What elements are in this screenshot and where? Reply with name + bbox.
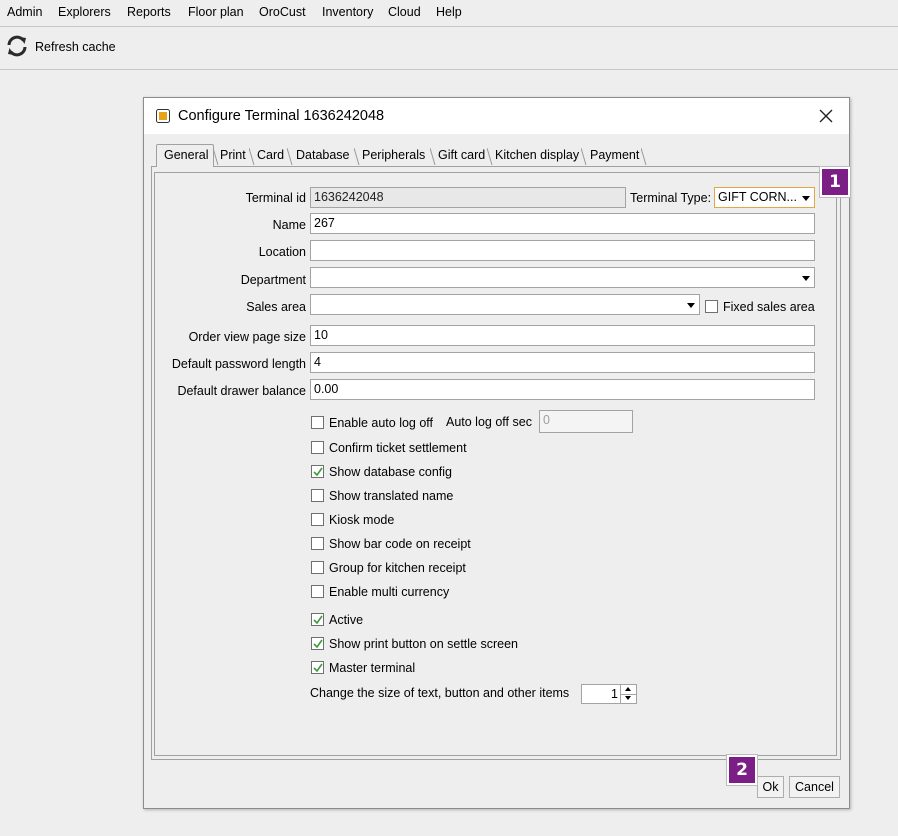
master-terminal-checkbox[interactable] [311, 661, 324, 674]
toolbar: Refresh cache [0, 27, 898, 70]
group-kitchen-checkbox[interactable] [311, 561, 324, 574]
location-label: Location [258, 245, 306, 259]
group-kitchen-label: Group for kitchen receipt [329, 561, 466, 575]
menu-inventory[interactable]: Inventory [322, 5, 373, 19]
terminal-id-label: Terminal id [245, 191, 306, 205]
show-translated-label: Show translated name [329, 489, 454, 503]
fixed-sales-area-label: Fixed sales area [723, 300, 815, 314]
tab-separator [287, 148, 293, 165]
bar-code-label: Show bar code on receipt [329, 537, 471, 551]
tab-database[interactable]: Database [296, 148, 350, 164]
password-length-field[interactable]: 4 [310, 352, 815, 373]
menu-help[interactable]: Help [436, 5, 462, 19]
kiosk-mode-label: Kiosk mode [329, 513, 395, 527]
location-field[interactable] [310, 240, 815, 261]
password-length-label: Default password length [171, 357, 306, 371]
size-value: 1 [611, 687, 618, 701]
department-label: Department [240, 273, 306, 287]
tab-separator [249, 148, 255, 165]
refresh-icon [5, 34, 29, 61]
print-button-label: Show print button on settle screen [329, 637, 519, 651]
tab-separator [641, 148, 647, 165]
auto-log-off-label: Enable auto log off [329, 416, 434, 430]
confirm-settlement-label: Confirm ticket settlement [329, 441, 467, 455]
drawer-balance-field[interactable]: 0.00 [310, 379, 815, 400]
tab-kitchen-display[interactable]: Kitchen display [495, 148, 579, 164]
menu-admin[interactable]: Admin [7, 5, 42, 19]
cancel-button[interactable]: Cancel [789, 776, 840, 798]
tab-general[interactable]: General [164, 148, 208, 164]
tab-separator [354, 148, 360, 165]
confirm-settlement-checkbox[interactable] [311, 441, 324, 454]
auto-log-off-sec-label: Auto log off sec [446, 415, 532, 429]
order-view-label: Order view page size [188, 330, 306, 344]
active-checkbox[interactable] [311, 613, 324, 626]
show-db-config-checkbox[interactable] [311, 465, 324, 478]
terminal-type-label: Terminal Type: [630, 191, 712, 205]
tab-separator [430, 148, 436, 165]
kiosk-mode-checkbox[interactable] [311, 513, 324, 526]
tab-separator [487, 148, 493, 165]
multi-currency-checkbox[interactable] [311, 585, 324, 598]
tab-separator [581, 148, 587, 165]
ok-button[interactable]: Ok [757, 776, 784, 798]
spin-down-icon[interactable] [621, 694, 636, 703]
sales-area-label: Sales area [246, 300, 306, 314]
order-view-field[interactable]: 10 [310, 325, 815, 346]
terminal-icon [156, 109, 170, 123]
annotation-marker-1: 1 [820, 167, 850, 197]
active-label: Active [329, 613, 364, 627]
refresh-cache-label: Refresh cache [35, 40, 116, 54]
drawer-balance-label: Default drawer balance [177, 384, 306, 398]
checkmark-icon [313, 639, 323, 649]
dialog-title: Configure Terminal 1636242048 [178, 108, 385, 124]
tab-card[interactable]: Card [257, 148, 284, 164]
menu-bar: Admin Explorers Reports Floor plan OroCu… [0, 0, 898, 27]
print-button-checkbox[interactable] [311, 637, 324, 650]
size-label: Change the size of text, button and othe… [310, 686, 570, 700]
spinner-buttons [620, 685, 636, 703]
checkmark-icon [313, 467, 323, 477]
show-translated-checkbox[interactable] [311, 489, 324, 502]
terminal-type-focus-ring [714, 187, 815, 208]
checkmark-icon [313, 663, 323, 673]
department-dropdown[interactable] [310, 267, 815, 288]
fixed-sales-area-checkbox[interactable] [705, 300, 718, 313]
master-terminal-label: Master terminal [329, 661, 416, 675]
chevron-down-icon [687, 303, 695, 308]
menu-cloud[interactable]: Cloud [388, 5, 421, 19]
menu-reports[interactable]: Reports [127, 5, 171, 19]
name-label: Name [272, 218, 306, 232]
tab-gift-card[interactable]: Gift card [438, 148, 485, 164]
size-spinner[interactable]: 1 [581, 684, 637, 704]
tab-separator [213, 148, 219, 165]
checkmark-icon [313, 615, 323, 625]
annotation-marker-2: 2 [727, 755, 757, 785]
bar-code-checkbox[interactable] [311, 537, 324, 550]
multi-currency-label: Enable multi currency [329, 585, 450, 599]
menu-explorers[interactable]: Explorers [58, 5, 111, 19]
tab-peripherals[interactable]: Peripherals [362, 148, 425, 164]
menu-floor-plan[interactable]: Floor plan [188, 5, 244, 19]
close-icon[interactable] [819, 109, 833, 123]
show-db-config-label: Show database config [329, 465, 453, 479]
name-field[interactable]: 267 [310, 213, 815, 234]
sales-area-dropdown[interactable] [310, 294, 700, 315]
auto-log-off-sec-field: 0 [539, 410, 633, 433]
refresh-cache-button[interactable]: Refresh cache [5, 33, 116, 61]
tab-payment[interactable]: Payment [590, 148, 639, 164]
menu-orocust[interactable]: OroCust [259, 5, 306, 19]
auto-log-off-checkbox[interactable] [311, 416, 324, 429]
dialog-titlebar: Configure Terminal 1636242048 [144, 98, 849, 134]
terminal-id-field: 1636242048 [310, 187, 626, 208]
tab-print[interactable]: Print [220, 148, 246, 164]
chevron-down-icon [802, 276, 810, 281]
